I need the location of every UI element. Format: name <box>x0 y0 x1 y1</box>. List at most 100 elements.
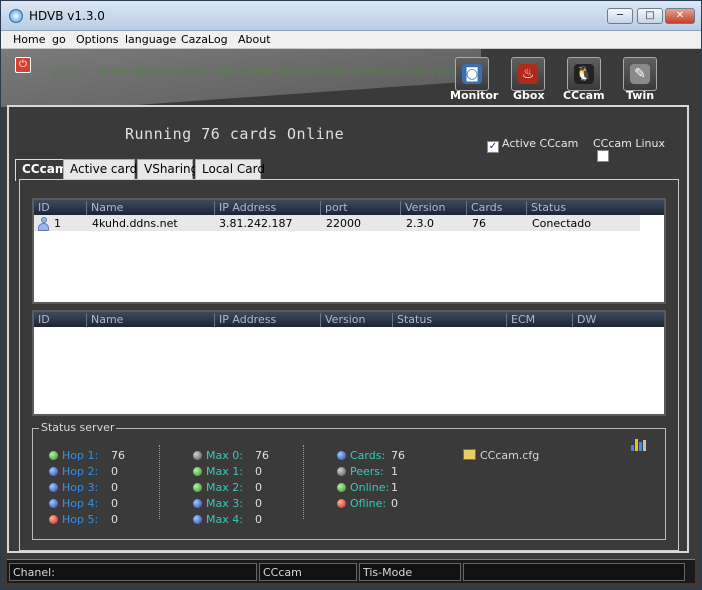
menu-bar: Home go Options language CazaLog About <box>1 31 701 49</box>
green-dot-icon <box>337 483 346 492</box>
stat-value: 0 <box>255 481 262 494</box>
monitor-label: Monitor <box>450 89 499 102</box>
col-ip[interactable]: IP Address <box>214 201 276 215</box>
max3-stat: Max 3: 0 <box>193 497 262 510</box>
tab-active-cards[interactable]: Active cards <box>63 159 143 179</box>
hop5-stat: Hop 5: 0 <box>49 513 118 526</box>
max1-stat: Max 1: 0 <box>193 465 262 478</box>
menu-about[interactable]: About <box>238 33 271 46</box>
red-dot-icon <box>49 515 58 524</box>
stat-label: Hop 5: <box>62 513 99 526</box>
servers-table[interactable]: ID Name IP Address port Version Cards St… <box>32 198 666 304</box>
stat-label: Peers: <box>350 465 384 478</box>
table-row[interactable]: 1 4kuhd.ddns.net 3.81.242.187 22000 2.3.… <box>34 215 640 231</box>
cccam-tab-panel: ID Name IP Address port Version Cards St… <box>19 179 679 551</box>
stat-label: Max 4: <box>206 513 243 526</box>
tab-local-card[interactable]: Local Card <box>195 159 265 179</box>
title-bar[interactable]: HDVB v1.3.0 ─ □ ✕ <box>1 1 701 31</box>
col-dw[interactable]: DW <box>572 313 596 327</box>
cell-name: 4kuhd.ddns.net <box>92 217 178 230</box>
stat-value: 0 <box>255 497 262 510</box>
divider <box>303 445 304 519</box>
cccam-cfg-link[interactable]: CCcam.cfg <box>463 449 539 462</box>
minimize-button[interactable]: ─ <box>607 8 633 24</box>
maximize-button[interactable]: □ <box>637 8 663 24</box>
monitor-button[interactable]: ◙ <box>455 57 489 91</box>
stat-label: Hop 4: <box>62 497 99 510</box>
menu-home[interactable]: Home <box>13 33 45 46</box>
stat-value: 0 <box>255 513 262 526</box>
checkbox-mark[interactable]: ✓ <box>487 141 499 153</box>
col-port[interactable]: port <box>320 201 348 215</box>
close-button[interactable]: ✕ <box>665 8 695 24</box>
green-dot-icon <box>193 483 202 492</box>
main-panel: Running 76 cards Online ✓ Active CCcam CC… <box>7 105 689 553</box>
hop4-stat: Hop 4: 0 <box>49 497 118 510</box>
ping-label: 164 ms <box>51 69 89 80</box>
col-version[interactable]: Version <box>320 313 365 327</box>
cards-stat: Cards: 76 <box>337 449 405 462</box>
stat-label: Hop 2: <box>62 465 99 478</box>
col-status[interactable]: Status <box>526 201 566 215</box>
gbox-button[interactable]: ♨ <box>511 57 545 91</box>
max4-stat: Max 4: 0 <box>193 513 262 526</box>
twin-button[interactable]: ✎ <box>623 57 657 91</box>
hop1-stat: Hop 1: 76 <box>49 449 125 462</box>
menu-cazalog[interactable]: CazaLog <box>181 33 228 46</box>
blue-dot-icon <box>49 467 58 476</box>
stat-value: 0 <box>111 513 118 526</box>
app-icon <box>9 9 23 23</box>
cell-cards: 76 <box>472 217 486 230</box>
stat-value: 76 <box>111 449 125 462</box>
menu-language[interactable]: language <box>125 33 176 46</box>
col-status[interactable]: Status <box>392 313 432 327</box>
online-stat: Online: 1 <box>337 481 398 494</box>
col-id[interactable]: ID <box>34 201 50 215</box>
green-dot-icon <box>193 467 202 476</box>
active-cccam-checkbox[interactable]: ✓ Active CCcam <box>487 137 578 153</box>
clients-table[interactable]: ID Name IP Address Version Status ECM DW <box>32 310 666 416</box>
gbox-label: Gbox <box>513 89 545 102</box>
cell-port: 22000 <box>326 217 361 230</box>
stat-label: Max 2: <box>206 481 243 494</box>
divider <box>159 445 160 519</box>
green-dot-icon <box>49 451 58 460</box>
tab-vsharing[interactable]: VSharing <box>137 159 198 179</box>
servers-table-header: ID Name IP Address port Version Cards St… <box>34 200 664 215</box>
col-ecm[interactable]: ECM <box>506 313 535 327</box>
stat-value: 0 <box>111 481 118 494</box>
stat-value: 76 <box>255 449 269 462</box>
offline-stat: Ofline: 0 <box>337 497 398 510</box>
power-icon[interactable]: ⏻ <box>15 57 31 73</box>
gbox-icon: ♨ <box>518 64 538 84</box>
monitor-icon: ◙ <box>462 64 482 84</box>
cccam-button[interactable]: 🐧 <box>567 57 601 91</box>
stat-value: 1 <box>391 481 398 494</box>
bar-chart-icon[interactable] <box>631 439 646 451</box>
cccam-label: CCcam <box>563 89 605 102</box>
penguin-icon: 🐧 <box>574 64 594 84</box>
twin-label: Twin <box>626 89 655 102</box>
stat-value: 0 <box>111 465 118 478</box>
col-version[interactable]: Version <box>400 201 445 215</box>
blue-dot-icon <box>193 499 202 508</box>
col-ip[interactable]: IP Address <box>214 313 276 327</box>
app-window: HDVB v1.3.0 ─ □ ✕ Home go Options langua… <box>0 0 702 590</box>
stat-label: Hop 3: <box>62 481 99 494</box>
cccam-linux-checkbox[interactable]: CCcam Linux <box>593 137 687 163</box>
col-id[interactable]: ID <box>34 313 50 327</box>
window-title: HDVB v1.3.0 <box>29 9 105 23</box>
menu-options[interactable]: Options <box>76 33 118 46</box>
checkbox-empty[interactable] <box>597 150 609 162</box>
col-name[interactable]: Name <box>86 201 123 215</box>
stat-label: Online: <box>350 481 390 494</box>
col-cards[interactable]: Cards <box>466 201 502 215</box>
stat-label: Max 0: <box>206 449 243 462</box>
stat-value: 1 <box>391 465 398 478</box>
toolbar-area: ⏻ 164 ms el SKY DEUTSCHLAND - SKY SPORT … <box>1 49 701 107</box>
cccam-linux-label: CCcam Linux <box>593 137 665 150</box>
peers-stat: Peers: 1 <box>337 465 398 478</box>
menu-go[interactable]: go <box>52 33 66 46</box>
blue-dot-icon <box>49 499 58 508</box>
col-name[interactable]: Name <box>86 313 123 327</box>
